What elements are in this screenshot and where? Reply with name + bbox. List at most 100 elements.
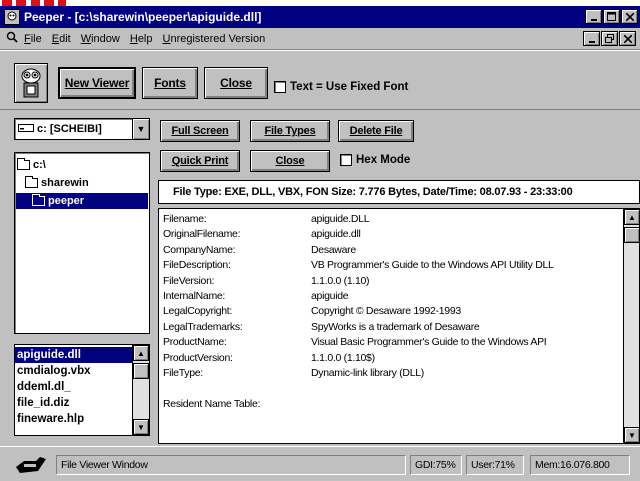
chevron-down-icon[interactable]: ▼ <box>132 119 149 139</box>
list-item[interactable]: ddeml.dl_ <box>15 379 149 395</box>
menu-edit[interactable]: Edit <box>52 33 71 45</box>
viewer-row-key: Resident Name Table: <box>163 397 261 410</box>
scroll-up-icon[interactable]: ▲ <box>133 345 149 361</box>
app-icon[interactable] <box>4 9 20 25</box>
file-types-button[interactable]: File Types <box>250 120 330 142</box>
printer-hand-icon <box>14 453 48 477</box>
viewer-row-key: ProductVersion: <box>163 351 233 364</box>
file-list-scrollbar[interactable]: ▲ ▼ <box>132 345 149 435</box>
minimize-icon <box>590 18 597 21</box>
mdi-close-button[interactable] <box>619 31 636 46</box>
folder-open-icon <box>25 176 38 188</box>
dir-item-sharewin[interactable]: sharewin <box>25 175 89 191</box>
menu-unregistered[interactable]: Unregistered Version <box>163 33 266 45</box>
folder-open-icon <box>32 194 45 206</box>
viewer-row: LegalCopyright: Copyright © Desaware 1992… <box>161 305 621 320</box>
viewer-row-key: ProductName: <box>163 336 227 349</box>
viewer-row <box>161 382 621 397</box>
folder-open-icon <box>17 158 30 170</box>
viewer-row-key: Filename: <box>163 213 207 225</box>
minimize-icon <box>588 40 595 43</box>
viewer-row-value: Desaware <box>311 243 356 256</box>
window-title: Peeper - [c:\sharewin\peeper\apiguide.dl… <box>24 10 262 24</box>
list-item[interactable]: cmdialog.vbx <box>15 363 149 379</box>
viewer-scrollbar[interactable]: ▲ ▼ <box>623 209 639 443</box>
list-item[interactable]: apiguide.dll <box>15 347 133 363</box>
fixed-font-checkbox-box[interactable] <box>274 81 286 93</box>
mdi-restore-button[interactable] <box>601 31 618 46</box>
menu-help[interactable]: Help <box>130 33 153 45</box>
viewer-row-key: LegalTrademarks: <box>163 320 243 333</box>
mdi-minimize-button[interactable] <box>583 31 600 46</box>
hex-mode-checkbox[interactable]: Hex Mode <box>340 154 410 166</box>
viewer-row-value: Dynamic-link library (DLL) <box>311 367 424 379</box>
viewer-row: FileType: Dynamic-link library (DLL) <box>161 367 621 382</box>
fixed-font-label: Text = Use Fixed Font <box>290 81 409 93</box>
viewer-row: ProductVersion: 1.1.0.0 (1.10$) <box>161 352 621 367</box>
scroll-down-icon[interactable]: ▼ <box>624 427 639 443</box>
viewer-row-value: 1.1.0.0 (1.10$) <box>311 351 375 364</box>
hex-mode-checkbox-box[interactable] <box>340 154 352 166</box>
dir-item-label: sharewin <box>41 177 89 189</box>
title-bar: Peeper - [c:\sharewin\peeper\apiguide.dl… <box>0 6 640 28</box>
delete-file-button[interactable]: Delete File <box>338 120 414 142</box>
status-gdi: GDI:75% <box>410 455 462 475</box>
fixed-font-checkbox[interactable]: Text = Use Fixed Font <box>274 81 408 93</box>
scroll-thumb[interactable] <box>624 227 639 243</box>
viewer-row: LegalTrademarks: SpyWorks is a trademark … <box>161 321 621 336</box>
file-viewer[interactable]: Filename: apiguide.DLL OriginalFilename: ap… <box>158 208 640 444</box>
drive-select[interactable]: c: [SCHEIBI] ▼ <box>14 118 150 140</box>
list-item[interactable]: fineware.hlp <box>15 411 149 427</box>
dir-item-label: c:\ <box>33 159 46 171</box>
close-icon <box>623 34 632 43</box>
viewer-row-key: FileDescription: <box>163 259 231 272</box>
toolbar-close-button[interactable]: Close <box>204 67 268 99</box>
viewer-row-value: Visual Basic Programmer's Guide to the W… <box>311 336 547 349</box>
status-mem: Mem:16.076.800 <box>530 455 630 475</box>
menu-file[interactable]: File <box>24 33 42 45</box>
search-icon[interactable] <box>6 31 18 46</box>
close-window-button[interactable] <box>621 9 638 24</box>
toolbar: New Viewer Fonts Close Text = Use Fixed … <box>0 50 640 110</box>
viewer-row: FileVersion: 1.1.0.0 (1.10) <box>161 275 621 290</box>
hex-mode-label: Hex Mode <box>356 154 411 166</box>
viewer-row-value: apiguide.DLL <box>311 213 370 225</box>
close-button[interactable]: Close <box>250 150 330 172</box>
scroll-thumb[interactable] <box>133 363 149 379</box>
close-icon <box>625 12 634 21</box>
viewer-row-value: apiguide.dll <box>311 228 361 241</box>
drive-value: c: [SCHEIBI] <box>37 123 102 135</box>
minimize-button[interactable] <box>585 9 602 24</box>
file-type-bar: File Type: EXE, DLL, VBX, FON Size: 7.77… <box>158 180 640 204</box>
menu-bar: File Edit Window Help Unregistered Versi… <box>0 28 640 50</box>
status-text: File Viewer Window <box>56 455 406 475</box>
menu-window[interactable]: Window <box>81 33 120 45</box>
viewer-row-key: FileVersion: <box>163 274 215 287</box>
viewer-row <box>161 413 621 428</box>
scroll-up-icon[interactable]: ▲ <box>624 209 639 225</box>
viewer-row: Filename: apiguide.DLL <box>161 213 621 228</box>
viewer-row-key: FileType: <box>163 367 203 379</box>
viewer-row-key: CompanyName: <box>163 243 236 256</box>
maximize-icon <box>607 12 616 21</box>
viewer-row: OriginalFilename: apiguide.dll <box>161 228 621 243</box>
directory-tree[interactable]: c:\ sharewin peeper <box>14 152 150 334</box>
fonts-button[interactable]: Fonts <box>142 67 198 99</box>
viewer-row-value: 1.1.0.0 (1.10) <box>311 274 370 287</box>
restore-icon <box>605 34 614 43</box>
peeper-logo-icon <box>14 63 48 103</box>
dir-item-root[interactable]: c:\ <box>17 157 46 173</box>
drive-icon <box>18 123 34 136</box>
scroll-down-icon[interactable]: ▼ <box>133 419 149 435</box>
status-user: User:71% <box>466 455 524 475</box>
maximize-button[interactable] <box>603 9 620 24</box>
list-item[interactable]: file_id.diz <box>15 395 149 411</box>
quick-print-button[interactable]: Quick Print <box>160 150 240 172</box>
viewer-row: InternalName: apiguide <box>161 290 621 305</box>
file-list[interactable]: apiguide.dll cmdialog.vbx ddeml.dl_ file… <box>14 344 150 436</box>
dir-item-peeper[interactable]: peeper <box>16 193 148 209</box>
viewer-row-value: SpyWorks is a trademark of Desaware <box>311 320 480 333</box>
viewer-row: CompanyName: Desaware <box>161 244 621 259</box>
new-viewer-button[interactable]: New Viewer <box>58 67 136 99</box>
full-screen-button[interactable]: Full Screen <box>160 120 240 142</box>
